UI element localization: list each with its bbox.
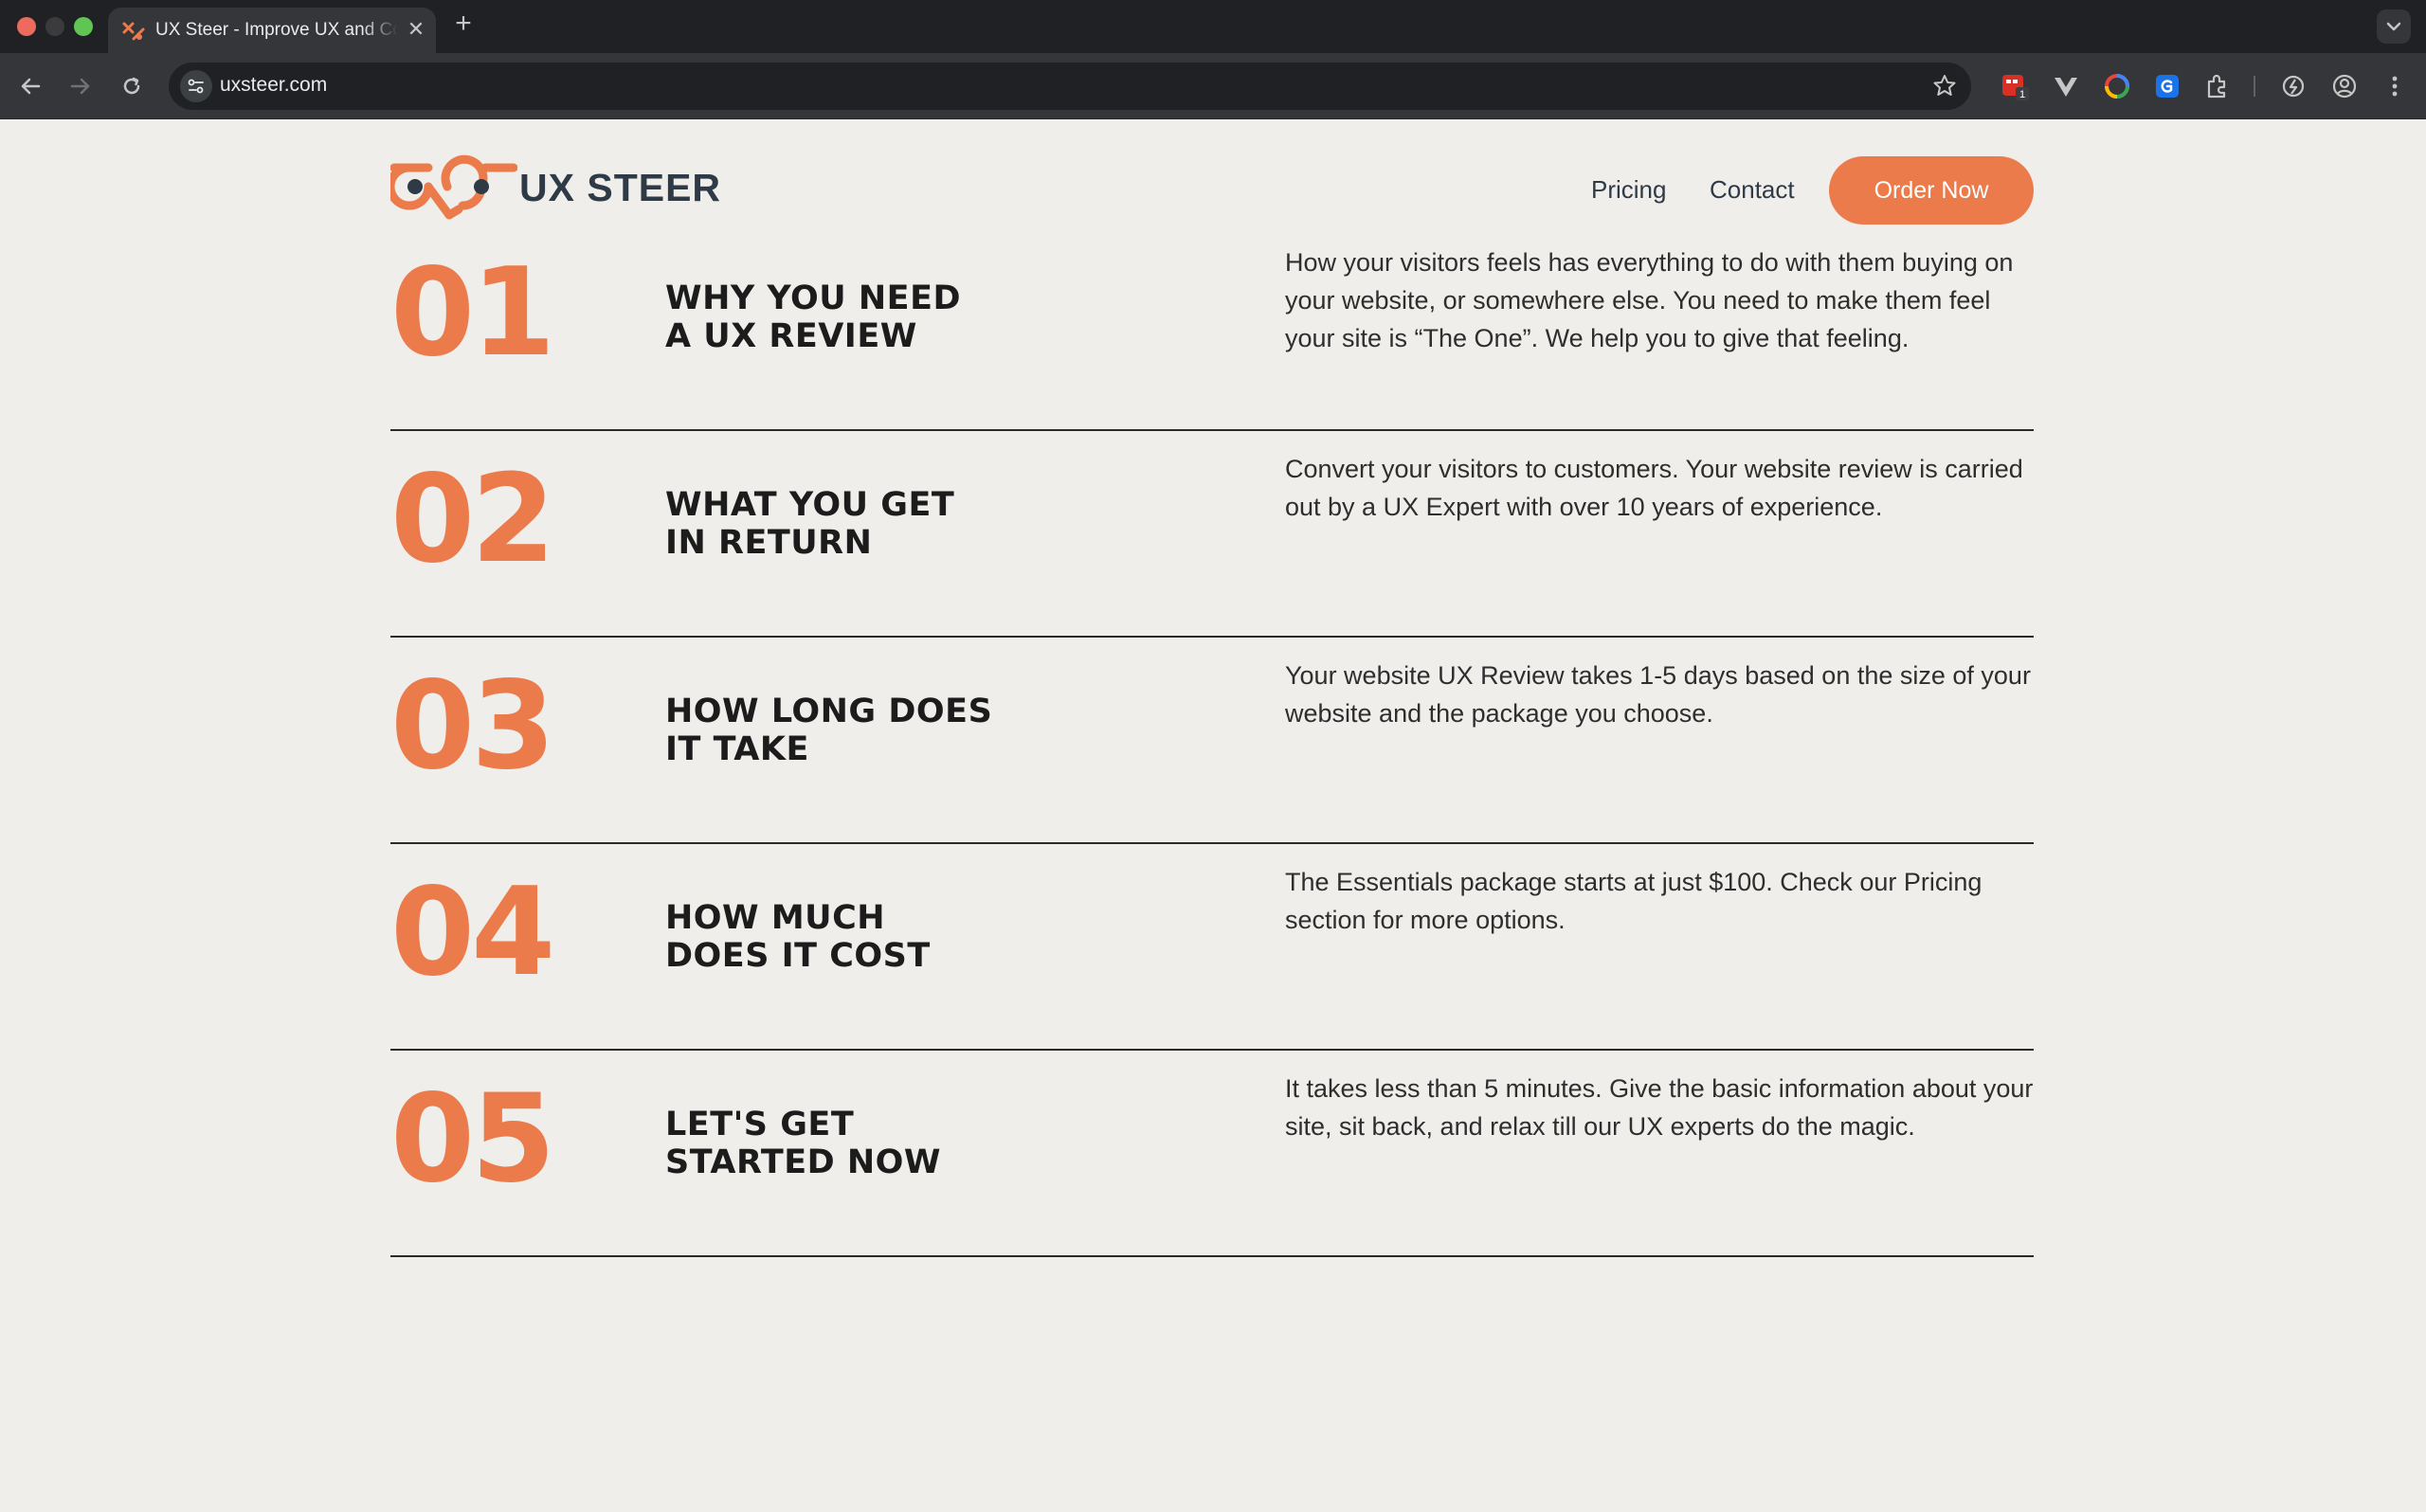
ux-steer-favicon-icon xyxy=(122,22,145,41)
extension-badge-count: 1 xyxy=(2019,89,2025,100)
row-title-line: IT TAKE xyxy=(665,730,809,768)
site-logo[interactable]: UX STEER xyxy=(390,154,720,226)
extension-vue-icon[interactable] xyxy=(2050,70,2082,102)
tab-search-button[interactable] xyxy=(2377,9,2411,44)
row-title: HOW MUCH DOES IT COST xyxy=(665,899,1044,975)
nav-pricing-link[interactable]: Pricing xyxy=(1591,175,1666,205)
reload-icon[interactable] xyxy=(115,69,149,103)
owl-eyes-logo-icon xyxy=(390,154,517,220)
forward-arrow-icon[interactable] xyxy=(63,69,98,103)
row-title-line: WHY YOU NEED xyxy=(665,279,962,317)
address-bar[interactable]: uxsteer.com xyxy=(169,63,1971,110)
order-now-button[interactable]: Order Now xyxy=(1829,156,2034,225)
row-title-line: WHAT YOU GET xyxy=(665,486,955,524)
toolbar-divider xyxy=(2254,76,2255,97)
browser-tab-bar: UX Steer - Improve UX and Conversions ✕ … xyxy=(0,0,2426,53)
browser-tab-active[interactable]: UX Steer - Improve UX and Conversions ✕ xyxy=(108,8,436,53)
brand-name: UX STEER xyxy=(519,166,722,209)
row-title-line: HOW LONG DOES xyxy=(665,693,993,730)
browser-toolbar: uxsteer.com 1 xyxy=(0,53,2426,119)
row-description: How your visitors feels has everything t… xyxy=(1285,248,2014,352)
tab-close-icon[interactable]: ✕ xyxy=(404,17,428,42)
site-info-button[interactable] xyxy=(180,70,212,102)
row-description: The Essentials package starts at just $1… xyxy=(1285,868,1982,934)
row-title-line: HOW MUCH xyxy=(665,899,886,937)
chevron-down-icon xyxy=(2386,22,2401,31)
row-number: 01 xyxy=(390,243,555,384)
bookmark-star-icon[interactable] xyxy=(1929,71,1960,101)
row-title-line: DOES IT COST xyxy=(665,937,931,975)
url-text: uxsteer.com xyxy=(220,74,328,96)
tune-icon xyxy=(188,79,204,94)
row-description: Your website UX Review takes 1-5 days ba… xyxy=(1285,661,2031,728)
faq-row: 01 WHY YOU NEED A UX REVIEW How your vis… xyxy=(390,225,2034,431)
more-menu-icon[interactable] xyxy=(2379,70,2411,102)
web-page: UX STEER Pricing Contact Order Now 01 WH… xyxy=(0,120,2426,1512)
back-arrow-icon[interactable] xyxy=(13,69,47,103)
faq-row: 03 HOW LONG DOES IT TAKE Your website UX… xyxy=(390,638,2034,844)
maximize-window-button[interactable] xyxy=(74,17,93,36)
tab-title: UX Steer - Improve UX and Conversions xyxy=(155,20,398,40)
faq-row: 02 WHAT YOU GET IN RETURN Convert your v… xyxy=(390,431,2034,638)
performance-icon[interactable] xyxy=(2277,70,2309,102)
extension-color-picker-icon[interactable] xyxy=(2101,70,2133,102)
row-number: 04 xyxy=(390,862,555,1003)
row-description: It takes less than 5 minutes. Give the b… xyxy=(1285,1074,2034,1141)
nav-contact-link[interactable]: Contact xyxy=(1710,175,1795,205)
row-title: LET'S GET STARTED NOW xyxy=(665,1106,1044,1181)
row-title-line: A UX REVIEW xyxy=(665,317,917,355)
profile-avatar-icon[interactable] xyxy=(2328,70,2361,102)
row-number: 03 xyxy=(390,656,555,797)
new-tab-button[interactable]: + xyxy=(449,9,478,38)
row-title: HOW LONG DOES IT TAKE xyxy=(665,693,1044,768)
row-title-line: LET'S GET xyxy=(665,1106,855,1143)
row-description: Convert your visitors to customers. Your… xyxy=(1285,455,2023,521)
row-number: 05 xyxy=(390,1069,555,1210)
row-title: WHAT YOU GET IN RETURN xyxy=(665,486,1044,562)
row-title-line: IN RETURN xyxy=(665,524,873,562)
faq-row: 05 LET'S GET STARTED NOW It takes less t… xyxy=(390,1051,2034,1257)
faq-row: 04 HOW MUCH DOES IT COST The Essentials … xyxy=(390,844,2034,1051)
minimize-window-button[interactable] xyxy=(45,17,64,36)
close-window-button[interactable] xyxy=(17,17,36,36)
extension-grammar-icon[interactable] xyxy=(2151,70,2183,102)
row-title-line: STARTED NOW xyxy=(665,1143,942,1181)
extension-todo-icon[interactable]: 1 xyxy=(2000,70,2032,102)
row-title: WHY YOU NEED A UX REVIEW xyxy=(665,279,1044,355)
row-number: 02 xyxy=(390,449,555,590)
extensions-puzzle-icon[interactable] xyxy=(2201,70,2234,102)
